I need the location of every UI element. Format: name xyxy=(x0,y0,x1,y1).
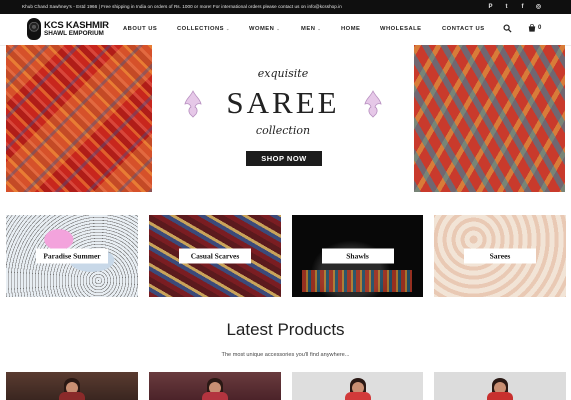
saree-fabric-image-left xyxy=(6,45,152,192)
chevron-down-icon: ⌄ xyxy=(276,26,281,31)
cart-count: 0 xyxy=(538,25,542,31)
announcement-text: Khub Chand Sawhney's - Estd 1966 | Free … xyxy=(22,4,342,9)
hero-text-panel: exquisite SAREE collection SHOP NOW xyxy=(152,45,414,192)
product-card[interactable] xyxy=(292,372,423,400)
category-tile-sarees[interactable]: Sarees xyxy=(434,215,566,297)
fleur-ornament-icon xyxy=(364,90,382,118)
product-card[interactable] xyxy=(434,372,566,400)
hero-line-bottom: collection xyxy=(255,124,311,137)
product-image-body xyxy=(59,392,85,400)
nav-label: HOME xyxy=(341,26,361,32)
hero-banner[interactable]: exquisite SAREE collection SHOP NOW xyxy=(6,45,565,192)
facebook-icon[interactable]: f xyxy=(518,2,527,11)
category-label[interactable]: Paradise Summer xyxy=(36,248,108,264)
shopping-bag-icon xyxy=(528,24,536,32)
category-label[interactable]: Casual Scarves xyxy=(179,248,251,264)
nav-label: COLLECTIONS xyxy=(177,26,225,32)
logo-line1: KCS KASHMIR xyxy=(44,19,109,31)
nav-label: ABOUT US xyxy=(123,26,158,32)
saree-fabric-image-right xyxy=(414,45,565,192)
site-logo[interactable]: KCS KASHMIR SHAWL EMPORIUM xyxy=(27,18,109,40)
nav-contact-us[interactable]: CONTACT US xyxy=(442,26,485,32)
nav-men[interactable]: MEN ⌄ xyxy=(301,26,321,32)
product-card[interactable] xyxy=(6,372,138,400)
product-card[interactable] xyxy=(149,372,281,400)
hero-line-top: exquisite xyxy=(257,67,309,80)
twitter-icon[interactable]: t xyxy=(502,2,511,11)
category-tile-paradise-summer[interactable]: Paradise Summer xyxy=(6,215,138,297)
logo-text: KCS KASHMIR SHAWL EMPORIUM xyxy=(44,21,109,38)
shop-now-button[interactable]: SHOP NOW xyxy=(246,151,322,166)
category-label[interactable]: Shawls xyxy=(321,248,394,264)
nav-wholesale[interactable]: WHOLESALE xyxy=(380,26,422,32)
category-tile-shawls[interactable]: Shawls xyxy=(292,215,423,297)
announcement-bar: Khub Chand Sawhney's - Estd 1966 | Free … xyxy=(0,0,571,14)
search-icon[interactable] xyxy=(503,24,512,33)
nav-label: WOMEN xyxy=(249,26,275,32)
nav-women[interactable]: WOMEN ⌄ xyxy=(249,26,280,32)
logo-line2: SHAWL EMPORIUM xyxy=(44,30,104,38)
product-image-body xyxy=(202,392,228,400)
chevron-down-icon: ⌄ xyxy=(317,26,322,31)
category-label[interactable]: Sarees xyxy=(464,248,536,264)
nav-home[interactable]: HOME xyxy=(341,26,360,32)
chevron-down-icon: ⌄ xyxy=(226,26,230,31)
instagram-icon[interactable]: ◎ xyxy=(534,2,543,11)
nav-about-us[interactable]: ABOUT US xyxy=(123,26,157,32)
category-tile-casual-scarves[interactable]: Casual Scarves xyxy=(149,215,281,297)
nav-collections[interactable]: COLLECTIONS ⌄ xyxy=(177,26,230,32)
section-title: Latest Products xyxy=(226,320,345,339)
pinterest-icon[interactable]: P xyxy=(486,2,495,11)
product-image-body xyxy=(487,392,513,400)
social-links: P t f ◎ xyxy=(486,2,543,11)
nav-label: MEN xyxy=(301,26,316,32)
cart-button[interactable]: 0 xyxy=(528,24,541,32)
paisley-logo-icon xyxy=(27,18,41,40)
nav-label: WHOLESALE xyxy=(380,26,422,32)
product-image-body xyxy=(345,392,371,400)
nav-label: CONTACT US xyxy=(442,26,485,32)
site-header: KCS KASHMIR SHAWL EMPORIUM ABOUT US COLL… xyxy=(0,14,571,46)
section-subtitle: The most unique accessories you'll find … xyxy=(221,352,350,358)
